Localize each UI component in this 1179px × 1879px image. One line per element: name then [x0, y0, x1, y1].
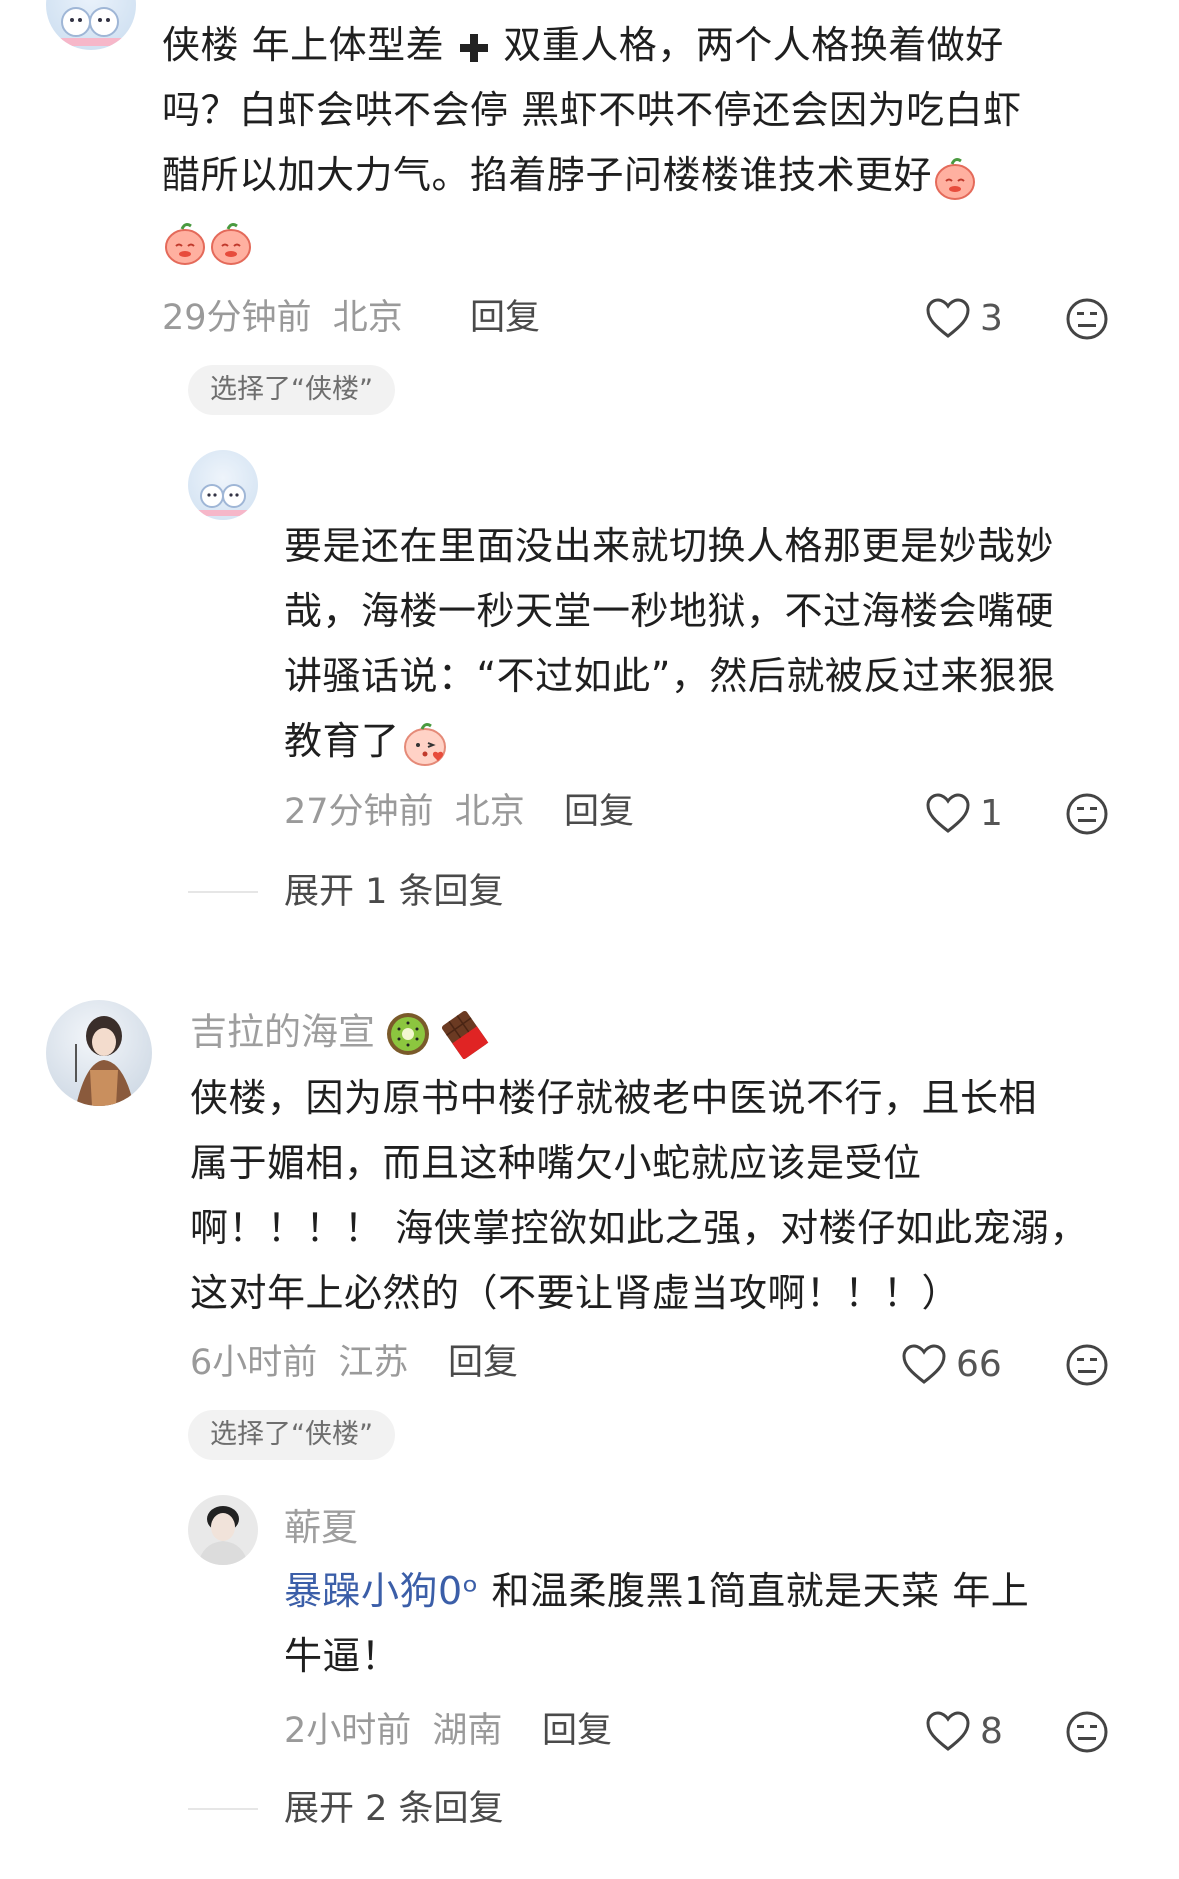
comment-text-line: 这对年上必然的（不要让肾虚当攻啊！！！）: [190, 1271, 961, 1315]
location: 江苏: [338, 1343, 409, 1383]
location: 湖南: [432, 1711, 503, 1751]
timestamp: 27分钟前: [284, 792, 434, 832]
location: 北京: [454, 792, 525, 832]
heart-outline-icon[interactable]: [901, 1343, 947, 1385]
location: 北京: [332, 298, 403, 338]
expand-replies-button[interactable]: 展开 2 条回复: [284, 1789, 504, 1829]
comment-text-line: 醋所以加大力气。掐着脖子问楼楼谁技术更好: [162, 153, 933, 197]
reply-text-line: 教育了: [284, 719, 400, 763]
reply-text-line: 哉，海楼一秒天堂一秒地狱，不过海楼会嘴硬: [284, 589, 1055, 633]
reply-text-line: 讲骚话说：“不过如此”，然后就被反过来狠狠: [284, 654, 1056, 698]
comment-text-line: 侠楼 年上体型差: [162, 23, 457, 67]
comment-text: 侠楼，因为原书中楼仔就被老中医说不行，且长相 属于媚相，而且这种嘴欠小蛇就应该是…: [190, 1066, 1165, 1326]
reply-meta: 2小时前 湖南: [284, 1711, 502, 1751]
neutral-face-icon[interactable]: [1065, 1343, 1109, 1387]
timestamp: 29分钟前: [162, 298, 312, 338]
avatar-illustration-icon: [75, 1016, 134, 1106]
chocolate-bar-emoji-icon: [441, 1011, 489, 1059]
reply-button[interactable]: 回复: [448, 1343, 518, 1383]
divider: [188, 1808, 258, 1810]
timestamp: 6小时前: [190, 1343, 318, 1383]
comment-text-line: 啊！！！！ 海侠掌控欲如此之强，对楼仔如此宠溺，: [190, 1206, 1089, 1250]
reply-button[interactable]: 回复: [564, 792, 634, 832]
comment-meta: 29分钟前 北京: [162, 298, 403, 338]
peach-emoji-icon: [165, 222, 205, 265]
comment-text: 侠楼 年上体型差 双重人格，两个人格换着做好 吗？白虾会哄不会停 黑虾不哄不停还…: [162, 13, 1152, 273]
like-count: 66: [956, 1344, 1002, 1385]
comment-text-line: 吗？白虾会哄不会停 黑虾不哄不停还会因为吃白虾: [162, 88, 1022, 132]
reply-text-line: 和温柔腹黑1简直就是天菜 年上: [478, 1569, 1030, 1613]
like-count: 3: [980, 298, 1003, 339]
heart-outline-icon[interactable]: [925, 792, 971, 834]
like-count: 1: [980, 793, 1003, 834]
vote-tag: 选择了“侠楼”: [188, 365, 395, 415]
timestamp: 2小时前: [284, 1711, 412, 1751]
reply-text-line: 要是还在里面没出来就切换人格那更是妙哉妙: [284, 524, 1055, 568]
username-text: 吉拉的海宣: [190, 1010, 375, 1054]
reply-text-line: 牛逼！: [284, 1634, 400, 1678]
reply-button[interactable]: 回复: [542, 1711, 612, 1751]
peach-emoji-icon: [935, 157, 976, 200]
neutral-face-icon[interactable]: [1065, 1710, 1109, 1754]
username[interactable]: 吉拉的海宣: [190, 1009, 489, 1059]
avatar[interactable]: [188, 1495, 258, 1565]
kissing-peach-emoji-icon: [403, 722, 446, 766]
heavy-plus-icon: [459, 33, 488, 62]
reply-button[interactable]: 回复: [470, 298, 540, 338]
reply-text: 暴躁小狗0ᵒ 和温柔腹黑1简直就是天菜 年上 牛逼！: [284, 1559, 1164, 1689]
avatar[interactable]: [46, 1000, 152, 1106]
neutral-face-icon[interactable]: [1065, 792, 1109, 836]
divider: [188, 891, 258, 893]
expand-replies-button[interactable]: 展开 1 条回复: [284, 872, 504, 912]
username[interactable]: 蕲夏: [284, 1506, 358, 1550]
comment-meta: 6小时前 江苏: [190, 1343, 408, 1383]
avatar[interactable]: [188, 450, 258, 520]
like-count: 8: [980, 1711, 1003, 1752]
comment-text-line: 侠楼，因为原书中楼仔就被老中医说不行，且长相: [190, 1076, 1038, 1120]
mention-link[interactable]: 暴躁小狗0ᵒ: [284, 1569, 479, 1613]
reply-meta: 27分钟前 北京: [284, 792, 525, 832]
kiwi-emoji-icon: [387, 1013, 429, 1055]
comment-text-line: 双重人格，两个人格换着做好: [490, 23, 1004, 67]
vote-tag: 选择了“侠楼”: [188, 1410, 395, 1460]
avatar-illustration-icon: [56, 7, 126, 46]
comment-text-line: 属于媚相，而且这种嘴欠小蛇就应该是受位: [190, 1141, 922, 1185]
reply-text: 要是还在里面没出来就切换人格那更是妙哉妙 哉，海楼一秒天堂一秒地狱，不过海楼会嘴…: [284, 514, 1164, 774]
avatar-illustration-icon: [198, 1506, 248, 1565]
avatar-illustration-icon: [196, 484, 250, 516]
heart-outline-icon[interactable]: [925, 297, 971, 339]
heart-outline-icon[interactable]: [925, 1710, 971, 1752]
peach-emoji-icon: [211, 222, 251, 265]
avatar[interactable]: [46, 0, 136, 50]
neutral-face-icon[interactable]: [1065, 297, 1109, 341]
